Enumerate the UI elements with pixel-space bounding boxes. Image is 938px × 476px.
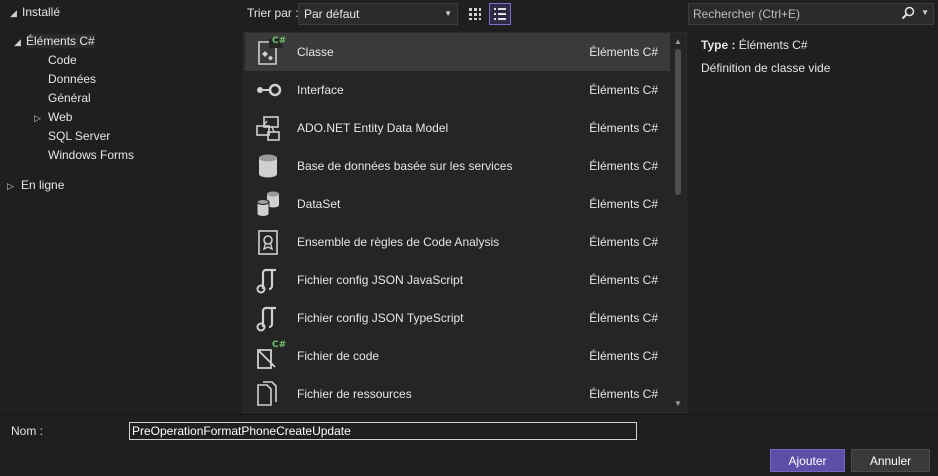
tree-item-label: Installé [22,5,61,19]
tree-item-general[interactable]: Général [48,89,91,108]
tree-item-windows-forms[interactable]: Windows Forms [48,146,134,165]
tree-item-label: Web [48,110,73,124]
grid-view-button[interactable] [464,3,486,25]
tree-item-label: En ligne [21,178,65,192]
tree-item-csharp-items[interactable]: ◢ Éléments C# [14,32,95,51]
scroll-thumb[interactable] [675,49,681,195]
template-list: C# Classe Éléments C# Interface Éléments… [243,32,687,413]
template-language: Éléments C# [589,235,658,249]
list-view-button[interactable] [489,3,511,25]
bottom-bar: Nom : Ajouter Annuler [0,414,938,476]
category-tree: ◢ Installé ◢ Éléments C# Code Données Géné… [0,0,238,410]
template-item-dataset[interactable]: DataSet Éléments C# [245,185,670,223]
type-label: Type : [701,38,736,52]
template-language: Éléments C# [589,387,658,401]
template-name: Fichier de code [297,349,380,363]
tree-item-label: SQL Server [48,129,111,143]
template-name: Base de données basée sur les services [297,159,513,173]
sort-select[interactable]: Par défaut ▼ [298,3,458,25]
search-input[interactable] [689,4,899,24]
dropdown-arrow-icon: ▼ [444,9,452,18]
caret-down-icon: ◢ [10,8,17,18]
template-language: Éléments C# [589,121,658,135]
search-box: ▼ [688,3,934,25]
template-name: Interface [297,83,344,97]
template-language: Éléments C# [589,197,658,211]
template-item-entity-data-model[interactable]: ADO.NET Entity Data Model Éléments C# [245,109,670,147]
caret-right-icon: ▷ [34,113,41,123]
template-name: Fichier config JSON TypeScript [297,311,464,325]
search-options-arrow-icon[interactable]: ▼ [921,8,929,17]
template-item-json-js-config[interactable]: Fichier config JSON JavaScript Éléments … [245,261,670,299]
csharp-badge-icon: C# [272,340,287,350]
template-language: Éléments C# [589,311,658,325]
name-field[interactable] [129,422,637,440]
tree-item-installed[interactable]: ◢ Installé [10,3,60,22]
tree-item-code[interactable]: Code [48,51,77,70]
template-name: Classe [297,45,334,59]
template-name: Fichier de ressources [297,387,412,401]
template-item-service-database[interactable]: Base de données basée sur les services É… [245,147,670,185]
template-item-code-analysis-ruleset[interactable]: Ensemble de règles de Code Analysis Élém… [245,223,670,261]
tree-item-web[interactable]: ▷ Web [34,108,72,127]
type-row: Type : Éléments C# [701,38,931,52]
tree-item-label: Données [48,72,97,86]
tree-item-sql-server[interactable]: SQL Server [48,127,110,146]
csharp-badge-icon: C# [272,36,287,46]
details-panel: Type : Éléments C# Définition de classe … [701,38,931,75]
template-item-interface[interactable]: Interface Éléments C# [245,71,670,109]
grid-view-icon [469,8,481,20]
tree-item-online[interactable]: ▷ En ligne [7,176,64,195]
vertical-scrollbar[interactable]: ▲ ▼ [670,33,686,412]
scroll-up-arrow-icon[interactable]: ▲ [674,37,682,46]
template-name: DataSet [297,197,341,211]
template-description: Définition de classe vide [701,61,831,75]
template-item-json-ts-config[interactable]: Fichier config JSON TypeScript Éléments … [245,299,670,337]
tree-item-label: Éléments C# [26,34,95,48]
template-item-class[interactable]: C# Classe Éléments C# [245,33,670,71]
list-view-icon [494,8,506,20]
template-item-code-file[interactable]: C# Fichier de code Éléments C# [245,337,670,375]
resource-file-icon [257,381,277,406]
database-icon [259,154,277,178]
scroll-down-arrow-icon[interactable]: ▼ [674,399,682,408]
interface-icon [257,83,282,97]
template-name: ADO.NET Entity Data Model [297,121,449,135]
template-language: Éléments C# [589,273,658,287]
template-name: Ensemble de règles de Code Analysis [297,235,500,249]
add-button[interactable]: Ajouter [770,449,845,472]
tree-item-label: Général [48,91,91,105]
json-config-icon [256,306,276,332]
tree-item-data[interactable]: Données [48,70,96,89]
name-label: Nom : [11,424,44,438]
template-language: Éléments C# [589,83,658,97]
tree-item-label: Code [48,53,77,67]
template-language: Éléments C# [589,45,658,59]
template-language: Éléments C# [589,159,658,173]
cancel-button[interactable]: Annuler [851,449,930,472]
ruleset-icon [258,230,278,255]
template-language: Éléments C# [589,349,658,363]
caret-down-icon: ◢ [14,37,21,47]
search-icon[interactable] [901,6,915,20]
dataset-icon [256,191,279,217]
sort-label: Trier par : [247,6,299,20]
template-name: Fichier config JSON JavaScript [297,273,464,287]
tree-item-label: Windows Forms [48,148,135,162]
template-item-resource-file[interactable]: Fichier de ressources Éléments C# [245,375,670,412]
json-config-icon [256,268,276,294]
sort-value: Par défaut [304,7,360,21]
caret-right-icon: ▷ [7,181,14,191]
entity-model-icon [256,116,280,141]
type-value: Éléments C# [738,38,808,52]
